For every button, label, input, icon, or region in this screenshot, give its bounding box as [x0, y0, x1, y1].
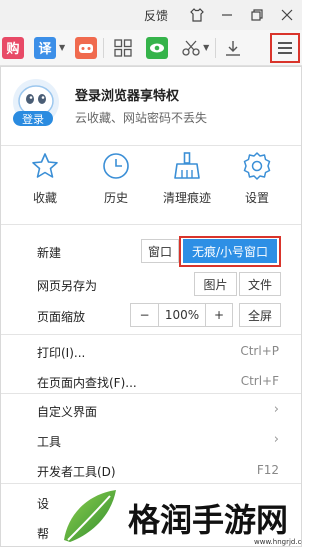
- menu-row-new: 新建 窗口 无痕/小号窗口: [1, 236, 301, 267]
- quick-settings[interactable]: 设置: [227, 151, 287, 211]
- apps-grid-icon[interactable]: [114, 35, 132, 61]
- star-icon: [32, 153, 58, 178]
- purchase-app-label: 购: [2, 36, 24, 59]
- divider: [1, 483, 301, 484]
- broom-icon: [174, 152, 200, 179]
- incognito-window-button[interactable]: 无痕/小号窗口: [183, 239, 277, 263]
- login-button[interactable]: 登录: [13, 111, 53, 126]
- menu-tools-label: 工具: [37, 435, 62, 449]
- menu-row-print[interactable]: 打印(I)... Ctrl+P: [1, 336, 301, 367]
- menu-new-label: 新建: [37, 246, 62, 260]
- zoom-out-button[interactable]: −: [130, 303, 159, 327]
- main-menu-panel: 登录 登录浏览器享特权 云收藏、网站密码不丢失 收藏 历史 清理痕迹 设置 新建…: [0, 66, 302, 547]
- toolbar-divider: [215, 37, 217, 58]
- menu-save-as-label: 网页另存为: [37, 279, 98, 293]
- menu-find-label: 在页面内查找(F)...: [37, 376, 137, 390]
- menu-help-label: 帮: [37, 527, 50, 541]
- quick-history[interactable]: 历史: [86, 151, 146, 211]
- minimize-icon[interactable]: [212, 0, 242, 30]
- close-icon[interactable]: [272, 0, 302, 30]
- game-app-icon[interactable]: [75, 35, 98, 61]
- menu-row-customize[interactable]: 自定义界面 ›: [1, 395, 301, 426]
- chevron-right-icon: ›: [273, 432, 279, 447]
- menu-devtools-shortcut: F12: [256, 463, 279, 477]
- menu-print-label: 打印(I)...: [37, 346, 86, 360]
- purchase-app-icon[interactable]: 购: [2, 35, 24, 61]
- watermark: 格润手游网 www.hngrjd.com: [58, 486, 313, 547]
- clock-icon: [103, 153, 129, 179]
- menu-icon[interactable]: [270, 33, 300, 63]
- fullscreen-button[interactable]: 全屏: [239, 303, 281, 327]
- title-bar: 反馈: [0, 0, 302, 30]
- menu-print-shortcut: Ctrl+P: [240, 344, 279, 358]
- divider: [1, 224, 301, 225]
- divider: [1, 145, 301, 146]
- gear-icon: [243, 152, 271, 180]
- menu-settings-label: 设: [37, 497, 50, 511]
- login-title[interactable]: 登录浏览器享特权: [75, 85, 179, 104]
- watermark-text: 格润手游网: [128, 501, 288, 539]
- shirt-icon[interactable]: [182, 0, 212, 30]
- translate-app-label: 译: [34, 36, 56, 59]
- watermark-url: www.hngrjd.com: [254, 538, 302, 546]
- menu-devtools-label: 开发者工具(D): [37, 465, 116, 479]
- screenshot-scissors-icon[interactable]: ▼: [182, 35, 209, 61]
- save-as-file-button[interactable]: 文件: [239, 272, 281, 296]
- download-icon[interactable]: [224, 35, 242, 61]
- menu-zoom-label: 页面缩放: [37, 310, 86, 324]
- quick-history-label: 历史: [103, 191, 128, 205]
- menu-row-devtools[interactable]: 开发者工具(D) F12: [1, 455, 301, 486]
- toolbar: 购 译 ▼ ▼: [0, 30, 302, 66]
- eye-protect-icon[interactable]: [146, 35, 169, 61]
- zoom-in-button[interactable]: +: [205, 303, 233, 327]
- quick-favorites[interactable]: 收藏: [15, 151, 75, 211]
- zoom-level-value: 100%: [158, 303, 206, 327]
- translate-app-icon[interactable]: 译 ▼: [34, 35, 65, 61]
- chevron-down-icon[interactable]: ▼: [59, 43, 65, 52]
- restore-icon[interactable]: [242, 0, 272, 30]
- quick-clear-traces-label: 清理痕迹: [162, 191, 211, 205]
- toolbar-divider: [103, 37, 105, 58]
- login-section: 登录 登录浏览器享特权 云收藏、网站密码不丢失: [1, 67, 301, 139]
- divider: [1, 393, 301, 394]
- feedback-link[interactable]: 反馈: [144, 7, 168, 24]
- quick-clear-traces[interactable]: 清理痕迹: [157, 151, 217, 211]
- menu-customize-label: 自定义界面: [37, 405, 98, 419]
- chevron-right-icon: ›: [273, 402, 279, 417]
- menu-row-save-as: 网页另存为 图片 文件: [1, 269, 301, 300]
- login-subtitle: 云收藏、网站密码不丢失: [75, 111, 208, 125]
- quick-favorites-label: 收藏: [32, 191, 57, 205]
- chevron-down-icon[interactable]: ▼: [203, 43, 209, 52]
- divider: [1, 334, 301, 335]
- save-as-image-button[interactable]: 图片: [194, 272, 237, 296]
- menu-row-zoom: 页面缩放 − 100% + 全屏: [1, 300, 301, 331]
- new-window-button[interactable]: 窗口: [141, 239, 179, 263]
- menu-row-tools[interactable]: 工具 ›: [1, 425, 301, 456]
- menu-find-shortcut: Ctrl+F: [240, 374, 279, 388]
- quick-settings-label: 设置: [244, 191, 269, 205]
